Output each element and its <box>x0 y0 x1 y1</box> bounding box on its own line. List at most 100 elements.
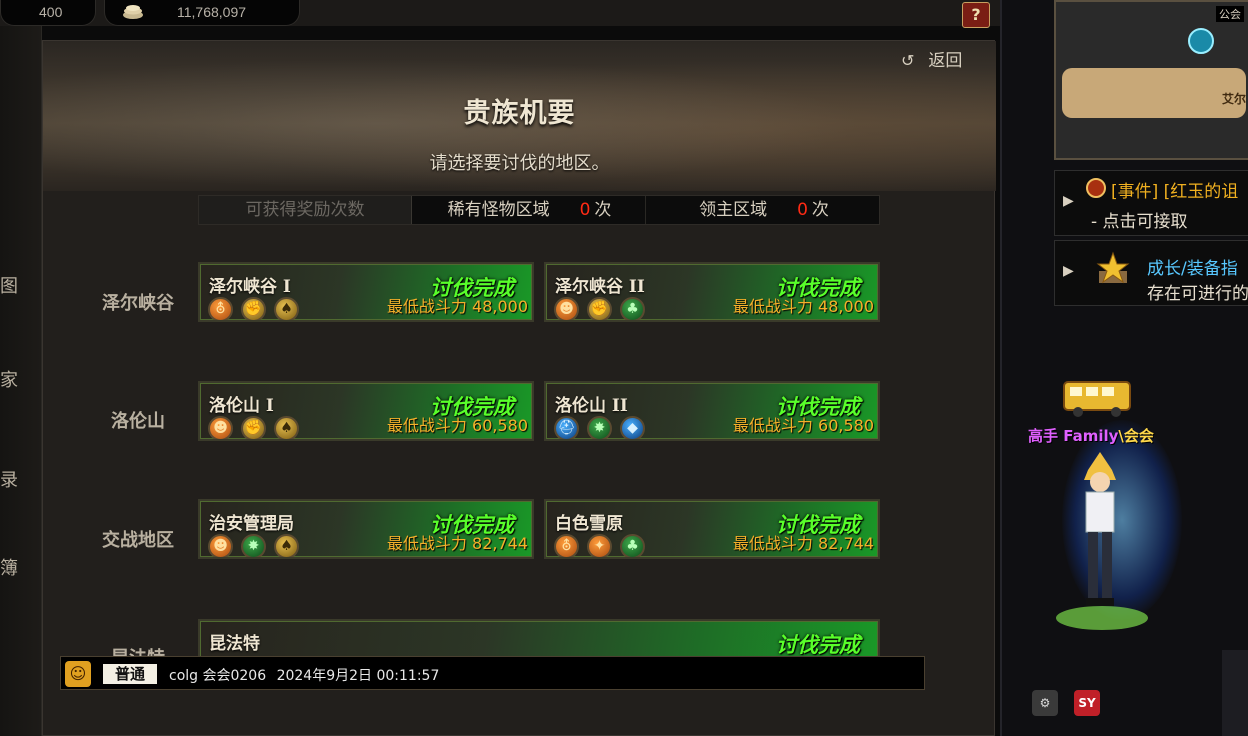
face-icon: ☻ <box>208 534 233 557</box>
min-power-label: 最低战斗力 <box>732 416 813 435</box>
rare-area-label: 稀有怪物区域 <box>447 200 550 220</box>
left-strip-char[interactable]: 图 <box>0 272 18 298</box>
min-power: 最低战斗力 82,744 <box>387 530 528 554</box>
star-icon: ✸ <box>241 534 266 557</box>
helmet-icon: ⛑ <box>554 416 579 439</box>
left-strip-char[interactable]: 录 <box>0 466 18 492</box>
game-world-side: 公会 艾尔 ▶ [事件] [红玉的诅 - 点击可接取 ▶ 成长/装备指 存在可进… <box>1000 0 1248 736</box>
min-power-value: 60,580 <box>818 416 874 435</box>
stage-card[interactable]: 治安管理局 讨伐完成 最低战斗力 82,744 ☻ ✸ ♠ <box>198 499 534 559</box>
expand-arrow-icon[interactable]: ▶ <box>1063 263 1074 279</box>
silhouette-icon: ⛢ <box>554 534 579 557</box>
min-power: 最低战斗力 82,744 <box>733 530 874 554</box>
player-name: 高手 Family\会会 <box>1028 425 1154 446</box>
gold-slot: 11,768,097 <box>104 0 300 26</box>
player-guild: \会会 <box>1118 427 1154 445</box>
club-icon: ♣ <box>620 297 645 320</box>
silhouette-icon: ⛢ <box>208 297 233 320</box>
noble-dungeon-panel: ↺ 返回 贵族机要 请选择要讨伐的地区。 可获得奖励次数 稀有怪物区域 0 次 领主… <box>42 40 996 736</box>
min-power-label: 最低战斗力 <box>386 534 467 553</box>
stage-name: 泽尔峡谷 I <box>209 277 291 297</box>
min-power-value: 82,744 <box>818 534 874 553</box>
left-menu-strip: 图 家 录 簿 <box>0 26 42 736</box>
chat-text: colg 会会0206 2024年9月2日 00:11:57 <box>169 665 439 685</box>
stage-name: 洛伦山 II <box>555 396 628 416</box>
chat-channel-badge[interactable]: 普通 <box>101 662 159 686</box>
gold-coin-icon <box>123 5 143 19</box>
stage-card[interactable]: 洛伦山 I 讨伐完成 最低战斗力 60,580 ☻ ✊ ♠ <box>198 381 534 441</box>
event-sub: - 点击可接取 <box>1091 212 1188 232</box>
currency-slot-a: 400 <box>0 0 96 26</box>
quest-book-icon[interactable]: ? <box>962 2 990 28</box>
player-character[interactable] <box>1072 450 1128 610</box>
min-power: 最低战斗力 48,000 <box>733 293 874 317</box>
page-subtitle: 请选择要讨伐的地区。 <box>429 153 610 174</box>
back-button[interactable]: ↺ 返回 <box>901 46 981 71</box>
lord-area-label: 领主区域 <box>699 200 768 220</box>
min-power-label: 最低战斗力 <box>386 297 467 316</box>
stage-icons: ☻ ✊ ♣ <box>554 297 653 320</box>
lord-area-value: 0 <box>797 200 808 220</box>
fist-icon: ✊ <box>587 297 612 320</box>
stage-name: 昆法特 <box>209 634 260 654</box>
player-marker-icon <box>1188 28 1214 54</box>
lord-area-count: 领主区域 0 次 <box>648 196 880 224</box>
stage-icons: ☻ ✊ ♠ <box>208 416 307 439</box>
region-label: 交战地区 <box>102 530 174 551</box>
reward-count-bar: 可获得奖励次数 稀有怪物区域 0 次 领主区域 0 次 <box>198 195 880 225</box>
stage-card[interactable]: 洛伦山 II 讨伐完成 最低战斗力 60,580 ⛑ ✸ ◆ <box>544 381 880 441</box>
min-power-value: 60,580 <box>472 416 528 435</box>
bus-pet-icon <box>1063 381 1131 417</box>
growth-sub: 存在可进行的 <box>1147 284 1248 304</box>
settings-icon[interactable]: ⚙ <box>1032 690 1058 716</box>
currency-a-value: 400 <box>39 4 63 20</box>
reward-count-label: 可获得奖励次数 <box>199 196 412 224</box>
minimap-label: 艾尔 <box>1222 92 1247 106</box>
stage-icons: ⛑ ✸ ◆ <box>554 416 653 439</box>
expand-arrow-icon[interactable]: ▶ <box>1063 193 1074 209</box>
face-icon: ☻ <box>208 416 233 439</box>
growth-title: 成长/装备指 <box>1147 259 1238 279</box>
face-icon: ☻ <box>554 297 579 320</box>
min-power: 最低战斗力 60,580 <box>387 412 528 436</box>
return-arrow-icon: ↺ <box>901 51 915 70</box>
growth-guide-notice[interactable]: ▶ 成长/装备指 存在可进行的 <box>1054 240 1248 306</box>
stage-icons: ⛢ ✊ ♠ <box>208 297 307 320</box>
left-strip-char[interactable]: 家 <box>0 366 18 392</box>
character-badge-icon[interactable]: SY <box>1074 690 1100 716</box>
chat-sender: colg 会会0206 <box>169 668 267 684</box>
event-notice[interactable]: ▶ [事件] [红玉的诅 - 点击可接取 <box>1054 170 1248 236</box>
left-strip-char[interactable]: 簿 <box>0 554 18 580</box>
min-power: 最低战斗力 48,000 <box>387 293 528 317</box>
minimap-road <box>1062 68 1246 118</box>
min-power-label: 最低战斗力 <box>732 534 813 553</box>
stage-card[interactable]: 泽尔峡谷 I 讨伐完成 最低战斗力 48,000 ⛢ ✊ ♠ <box>198 262 534 322</box>
chat-message: ☺ 普通 colg 会会0206 2024年9月2日 00:11:57 <box>60 656 925 690</box>
spade-icon: ♠ <box>274 297 299 320</box>
fist-icon: ✊ <box>241 416 266 439</box>
min-power: 最低战斗力 60,580 <box>733 412 874 436</box>
min-power-value: 48,000 <box>818 297 874 316</box>
fist-icon: ✊ <box>241 297 266 320</box>
page-title: 贵族机要 <box>463 98 576 129</box>
club-icon: ♣ <box>620 534 645 557</box>
stage-name: 白色雪原 <box>555 514 623 534</box>
rare-area-count: 稀有怪物区域 0 次 <box>414 196 646 224</box>
emoji-icon[interactable]: ☺ <box>65 661 91 687</box>
stage-name: 泽尔峡谷 II <box>555 277 645 297</box>
player-name-prefix: 高手 Family <box>1028 427 1119 445</box>
stage-card[interactable]: 白色雪原 讨伐完成 最低战斗力 82,744 ⛢ ✦ ♣ <box>544 499 880 559</box>
back-label: 返回 <box>928 51 963 71</box>
currency-bar: 400 11,768,097 ? <box>0 0 1000 28</box>
stage-card[interactable]: 泽尔峡谷 II 讨伐完成 最低战斗力 48,000 ☻ ✊ ♣ <box>544 262 880 322</box>
stage-icons: ☻ ✸ ♠ <box>208 534 307 557</box>
stage-icons: ⛢ ✦ ♣ <box>554 534 653 557</box>
stage-name: 洛伦山 I <box>209 396 274 416</box>
minimap[interactable]: 公会 艾尔 <box>1054 0 1248 160</box>
min-power-value: 82,744 <box>472 534 528 553</box>
event-icon <box>1086 178 1106 198</box>
clear-status: 讨伐完成 <box>776 632 860 657</box>
region-label: 泽尔峡谷 <box>102 293 174 314</box>
diamond-icon: ◆ <box>620 416 645 439</box>
spade-icon: ♠ <box>274 416 299 439</box>
